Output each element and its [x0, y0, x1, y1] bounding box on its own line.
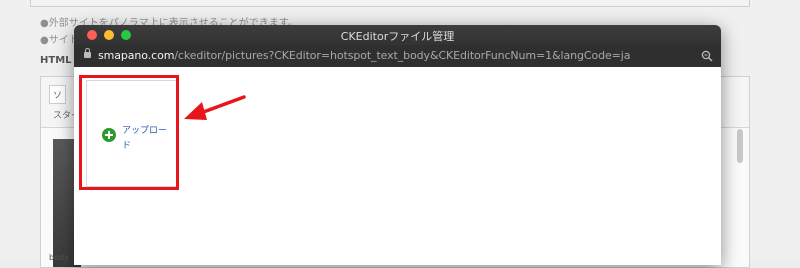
url-text[interactable]: smapano.com/ckeditor/pictures?CKEditor=h… [98, 49, 630, 62]
zoom-icon[interactable] [701, 50, 713, 62]
background-body-tag: body [49, 253, 69, 262]
url-domain: smapano.com [98, 49, 175, 62]
background-note: ●サイト [40, 35, 79, 46]
url-path: /ckeditor/pictures?CKEditor=hotspot_text… [174, 49, 631, 62]
source-button[interactable]: ソ [49, 85, 67, 104]
address-bar[interactable]: smapano.com/ckeditor/pictures?CKEditor=h… [74, 45, 721, 67]
annotation-arrow-icon [184, 95, 246, 120]
background-scrollbar[interactable] [737, 129, 743, 163]
background-heading: HTML [40, 55, 72, 66]
lock-icon [84, 48, 91, 58]
highlight-box [79, 75, 179, 190]
window-titlebar[interactable]: CKEditorファイル管理 [74, 25, 721, 45]
background-panel [30, 0, 750, 7]
window-title: CKEditorファイル管理 [340, 30, 455, 43]
